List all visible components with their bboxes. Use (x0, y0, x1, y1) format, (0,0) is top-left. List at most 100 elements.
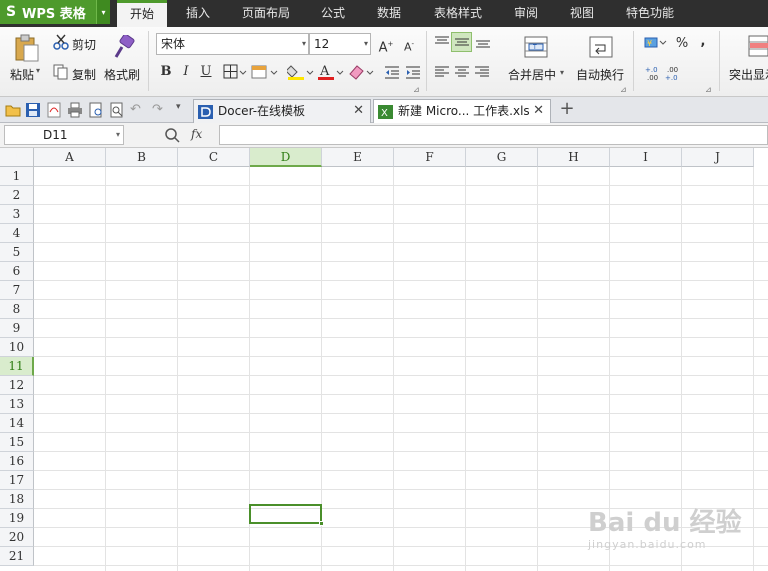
font-name-select[interactable]: 宋体 ▾ (156, 33, 309, 55)
font-color-icon[interactable]: A (317, 63, 345, 84)
row-header-8[interactable]: 8 (0, 300, 34, 319)
tab-insert[interactable]: 插入 (176, 0, 220, 27)
increase-decimal-icon[interactable]: +.0.00 (644, 65, 664, 84)
align-left-icon[interactable] (434, 65, 450, 82)
redo-icon[interactable]: ↷ (152, 102, 168, 118)
tab-data[interactable]: 数据 (368, 0, 410, 27)
merge-dropdown-icon[interactable]: ▾ (560, 68, 564, 77)
copy-icon[interactable] (53, 64, 69, 83)
column-header-i[interactable]: I (610, 148, 682, 167)
row-header-1[interactable]: 1 (0, 167, 34, 186)
clear-format-icon[interactable] (347, 63, 375, 84)
column-header-b[interactable]: B (106, 148, 178, 167)
scissors-icon[interactable] (53, 34, 69, 53)
column-header-e[interactable]: E (322, 148, 394, 167)
increase-indent-icon[interactable] (405, 64, 421, 83)
row-header-6[interactable]: 6 (0, 262, 34, 281)
wrap-text-icon[interactable] (589, 36, 613, 61)
column-header-d[interactable]: D (250, 148, 322, 167)
highlight-label[interactable]: 突出显示 (729, 66, 768, 83)
bold-button[interactable]: B (157, 63, 175, 81)
column-header-h[interactable]: H (538, 148, 610, 167)
column-header-j[interactable]: J (682, 148, 754, 167)
selected-cell[interactable] (249, 504, 322, 524)
undo-icon[interactable]: ↶ (130, 102, 146, 118)
row-header-10[interactable]: 10 (0, 338, 34, 357)
column-header-a[interactable]: A (34, 148, 106, 167)
font-dialog-launcher-icon[interactable]: ⊿ (413, 85, 420, 94)
row-header-14[interactable]: 14 (0, 414, 34, 433)
italic-button[interactable]: I (177, 63, 195, 81)
save-icon[interactable] (25, 102, 41, 118)
column-header-c[interactable]: C (178, 148, 250, 167)
row-header-9[interactable]: 9 (0, 319, 34, 338)
align-bottom-icon[interactable] (475, 35, 491, 52)
close-icon[interactable]: ✕ (533, 100, 544, 122)
font-size-select[interactable]: 12 ▾ (309, 33, 371, 55)
percent-button[interactable]: % (673, 35, 691, 53)
row-header-15[interactable]: 15 (0, 433, 34, 452)
paste-label[interactable]: 粘贴 (10, 66, 34, 83)
paste-icon[interactable] (14, 33, 40, 66)
alignment-dialog-launcher-icon[interactable]: ⊿ (620, 85, 627, 94)
formula-input[interactable] (219, 125, 768, 145)
app-menu-arrow-icon[interactable]: ▾ (96, 0, 110, 24)
merge-center-label[interactable]: 合并居中 (508, 66, 556, 83)
merge-center-icon[interactable]: T (524, 36, 548, 61)
row-header-20[interactable]: 20 (0, 528, 34, 547)
row-header-5[interactable]: 5 (0, 243, 34, 262)
open-folder-icon[interactable] (5, 102, 21, 118)
increase-font-size-icon[interactable]: A+ (377, 35, 395, 55)
row-header-19[interactable]: 19 (0, 509, 34, 528)
preview-icon[interactable] (109, 102, 125, 118)
zoom-search-icon[interactable] (164, 127, 180, 146)
select-all-corner[interactable] (0, 148, 34, 167)
row-header-13[interactable]: 13 (0, 395, 34, 414)
format-painter-icon[interactable] (113, 33, 135, 64)
fill-color-icon[interactable] (285, 63, 315, 84)
align-right-icon[interactable] (474, 65, 490, 82)
align-center-icon[interactable] (454, 65, 470, 82)
row-header-17[interactable]: 17 (0, 471, 34, 490)
cell-style-icon[interactable] (251, 64, 279, 83)
row-header-7[interactable]: 7 (0, 281, 34, 300)
row-header-4[interactable]: 4 (0, 224, 34, 243)
fill-handle[interactable] (319, 521, 324, 526)
customize-quick-access-icon[interactable]: ▾ (176, 102, 192, 118)
row-header-3[interactable]: 3 (0, 205, 34, 224)
decrease-indent-icon[interactable] (384, 64, 400, 83)
wrap-text-label[interactable]: 自动换行 (576, 66, 624, 83)
decrease-font-size-icon[interactable]: A- (400, 35, 418, 54)
number-dialog-launcher-icon[interactable]: ⊿ (705, 85, 712, 94)
align-top-icon[interactable] (434, 35, 450, 52)
app-menu-button[interactable]: S WPS 表格 ▾ (0, 0, 110, 24)
tab-special-features[interactable]: 特色功能 (618, 0, 682, 27)
insert-function-button[interactable]: fx (191, 127, 202, 141)
tab-view[interactable]: 视图 (561, 0, 603, 27)
paste-dropdown-icon[interactable]: ▾ (36, 66, 40, 75)
decrease-decimal-icon[interactable]: .00 +.0 (664, 65, 684, 84)
chevron-down-icon[interactable]: ▾ (116, 126, 120, 144)
name-box[interactable]: D11 ▾ (4, 125, 124, 145)
tab-review[interactable]: 审阅 (505, 0, 547, 27)
comma-button[interactable]: , (694, 33, 712, 51)
row-header-18[interactable]: 18 (0, 490, 34, 509)
new-tab-button[interactable]: + (556, 97, 578, 123)
highlight-rules-icon[interactable] (748, 35, 768, 60)
row-header-11[interactable]: 11 (0, 357, 34, 376)
tab-formulas[interactable]: 公式 (312, 0, 354, 27)
borders-icon[interactable] (223, 64, 247, 83)
close-icon[interactable]: ✕ (353, 100, 364, 122)
tab-home[interactable]: 开始 (117, 0, 167, 27)
tab-workbook[interactable]: X 新建 Micro... 工作表.xls ✕ (373, 99, 551, 123)
tab-docer-templates[interactable]: Docer-在线模板 ✕ (193, 99, 371, 123)
export-pdf-icon[interactable] (46, 102, 62, 118)
copy-label[interactable]: 复制 (72, 66, 96, 83)
print-preview-icon[interactable] (88, 102, 104, 118)
cut-label[interactable]: 剪切 (72, 36, 96, 53)
row-header-12[interactable]: 12 (0, 376, 34, 395)
currency-icon[interactable]: ¥ (644, 36, 668, 53)
tab-table-style[interactable]: 表格样式 (426, 0, 490, 27)
column-header-g[interactable]: G (466, 148, 538, 167)
format-painter-label[interactable]: 格式刷 (104, 66, 140, 83)
